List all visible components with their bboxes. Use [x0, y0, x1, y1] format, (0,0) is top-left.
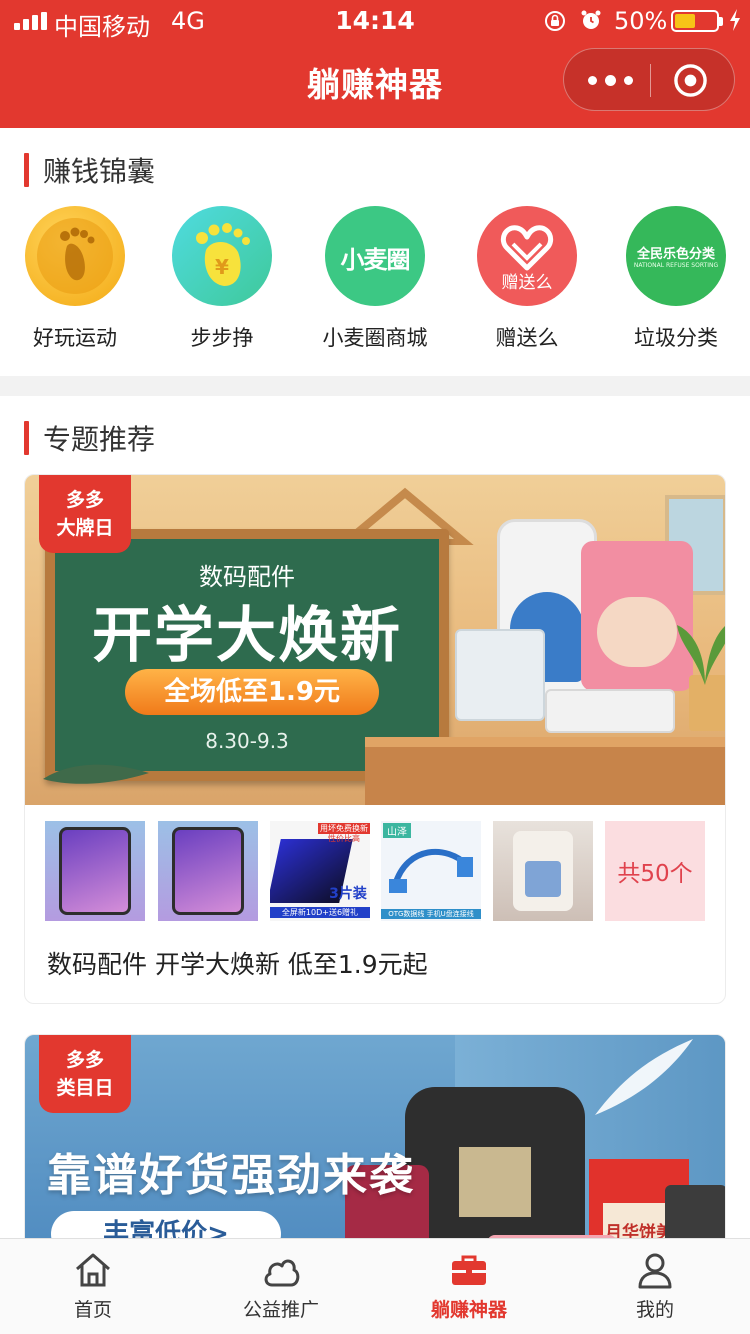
rotation-lock-icon [545, 11, 565, 31]
badge-line1: 多多 [65, 489, 104, 511]
tshirt-print [459, 1147, 531, 1217]
yen-footprint-icon: ¥ [172, 206, 272, 306]
footprint-icon [25, 206, 125, 306]
topic-banner[interactable]: 数码配件 开学大焕新 全场低至1.9元 8.30-9.3 多多 大牌日 [25, 475, 725, 805]
section-heading-topics: 专题推荐 [24, 418, 155, 458]
tab-label: 我的 [635, 1299, 674, 1321]
section-title-text: 专题推荐 [43, 423, 156, 456]
capsule-divider [650, 64, 651, 97]
garbage-sort-logo: 全民乐色分类 NATIONAL REFUSE SORTING [626, 206, 726, 306]
app-header: 中国移动 4G 14:14 50% 躺赚神器 [0, 0, 750, 128]
shortcut-step-earn[interactable]: ¥ 步步挣 [147, 206, 297, 352]
otg-cable-thumb [389, 849, 473, 893]
svg-text:¥: ¥ [215, 255, 229, 279]
battery-charger-product [455, 629, 545, 721]
product-thumbnail[interactable] [45, 821, 145, 921]
leaf-decoration [43, 764, 149, 784]
shortcut-label: 小麦圈商城 [322, 326, 428, 350]
banner-headline: 开学大焕新 [92, 601, 402, 671]
xiaomaiquan-logo: 小麦圈 [325, 206, 425, 306]
tab-charity[interactable]: 公益推广 [206, 1239, 356, 1334]
home-icon [76, 1253, 110, 1287]
shortcut-label: 赠送么 [495, 326, 559, 350]
heading-accent-bar [24, 421, 29, 455]
heading-accent-bar [24, 153, 29, 187]
more-dots-icon[interactable] [586, 67, 634, 93]
cloud-icon [264, 1259, 300, 1287]
alarm-icon [581, 10, 601, 29]
topic-card-digital[interactable]: 数码配件 开学大焕新 全场低至1.9元 8.30-9.3 多多 大牌日 用坏免费… [24, 474, 726, 1004]
product-thumbnail[interactable]: 山泽 OTG数据线 手机U盘连接线 [381, 821, 481, 921]
target-icon[interactable] [673, 63, 708, 98]
shortcut-fun-sports[interactable]: 好玩运动 [0, 206, 150, 352]
tab-home[interactable]: 首页 [18, 1239, 168, 1334]
shortcut-label: 好玩运动 [33, 326, 117, 350]
feather-decoration [595, 1039, 693, 1115]
tab-label: 躺赚神器 [430, 1299, 507, 1321]
thumb-caption: OTG数据线 手机U盘连接线 [381, 909, 481, 919]
tab-label: 公益推广 [242, 1299, 319, 1321]
section-heading-money: 赚钱锦囊 [24, 150, 155, 190]
badge-line2: 大牌日 [56, 517, 114, 539]
phone-case-thumb [59, 827, 131, 915]
tab-earn-tools[interactable]: 躺赚神器 [394, 1239, 544, 1334]
desk [365, 737, 725, 805]
user-icon [638, 1253, 672, 1289]
shortcut-label: 步步挣 [190, 326, 254, 350]
section-title-text: 赚钱锦囊 [43, 155, 156, 188]
battery-percent: 50% [614, 7, 668, 35]
logo-text: 小麦圈 [340, 246, 411, 274]
thumb-text-mid: 性价比高 [328, 834, 360, 843]
product-thumbnail[interactable] [493, 821, 593, 921]
bottom-tab-bar: 首页 公益推广 躺赚神器 我的 [0, 1238, 750, 1334]
battery-cap [719, 17, 723, 26]
status-bar: 中国移动 4G 14:14 50% [0, 0, 750, 41]
product-thumbnail[interactable]: 用坏免费换新 性价比高 3片装 全屏新10D+送6赠礼 [270, 821, 370, 921]
logo-subtext: NATIONAL REFUSE SORTING [633, 262, 719, 269]
product-thumbnail[interactable] [158, 821, 258, 921]
section-divider [0, 376, 750, 396]
tab-mine[interactable]: 我的 [580, 1239, 730, 1334]
shortcut-garbage-sort[interactable]: 全民乐色分类 NATIONAL REFUSE SORTING 垃圾分类 [601, 206, 750, 352]
logo-text: 全民乐色分类 [636, 247, 715, 262]
phone-case-thumb [172, 827, 244, 915]
product-count-badge[interactable]: 共50个 [605, 821, 705, 921]
cartoon-face [597, 597, 677, 667]
briefcase-icon [452, 1255, 486, 1285]
duoduo-category-day-badge: 多多 类目日 [39, 1035, 131, 1113]
charging-icon [730, 9, 740, 31]
thumb-text-bottom: 全屏新10D+送6赠礼 [270, 907, 370, 918]
bag-print [525, 861, 561, 897]
duoduo-brand-day-badge: 多多 大牌日 [39, 475, 131, 553]
battery-icon [671, 10, 719, 32]
power-strip-product [545, 689, 675, 733]
plant-leaves [677, 625, 725, 685]
shortcut-gift[interactable]: 赠送么 赠送么 [452, 206, 602, 352]
topic-caption: 数码配件 开学大焕新 低至1.9元起 [47, 950, 428, 979]
badge-line1: 多多 [65, 1049, 104, 1071]
banner-price-pill: 全场低至1.9元 [125, 669, 379, 715]
shortcut-label: 垃圾分类 [634, 326, 718, 350]
badge-line2: 类目日 [56, 1077, 114, 1099]
logo-text: 赠送么 [501, 273, 553, 293]
mini-program-capsule [563, 48, 735, 111]
crossbody-bag-thumb [513, 831, 573, 911]
tab-label: 首页 [73, 1299, 112, 1321]
banner-headline: 靠谱好货强劲来袭 [47, 1150, 415, 1201]
heart-gift-icon: 赠送么 [477, 206, 577, 306]
shortcut-xiaomaiquan-mall[interactable]: 小麦圈 小麦圈商城 [300, 206, 450, 352]
battery-level-fill [675, 14, 695, 28]
thumb-text-big: 3片装 [329, 886, 367, 902]
